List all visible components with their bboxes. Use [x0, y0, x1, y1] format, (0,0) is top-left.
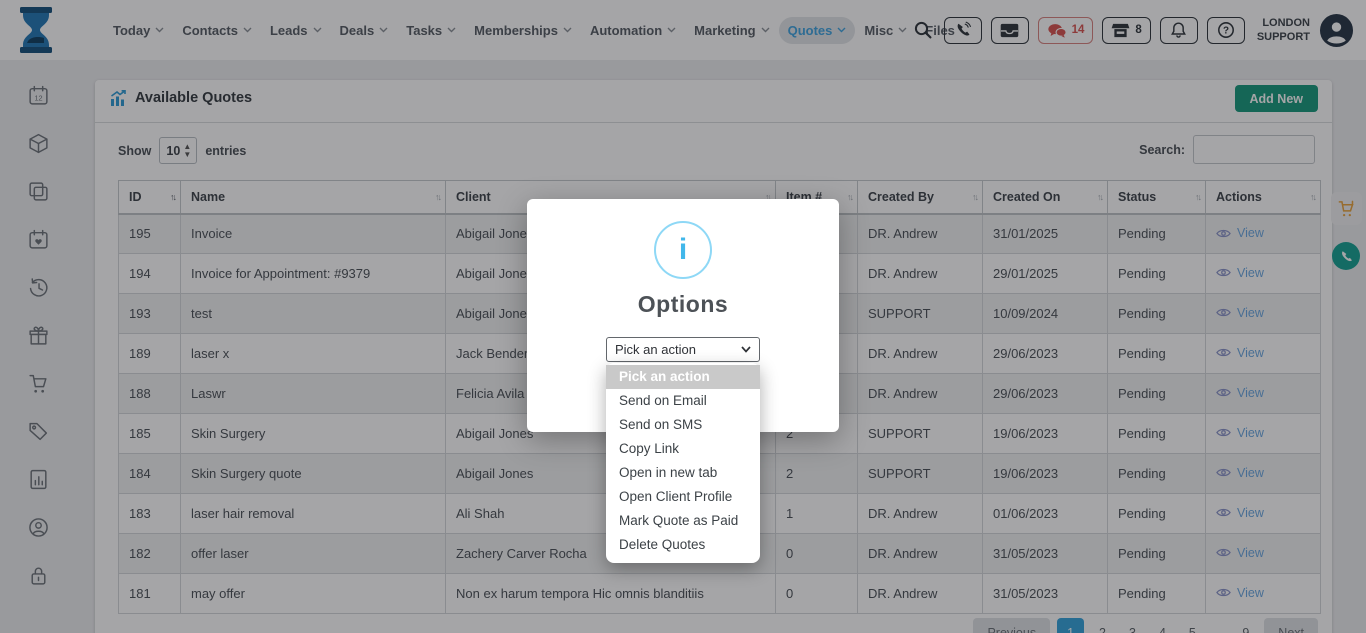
chevron-down-icon — [741, 346, 751, 353]
app-page: Today Contacts Leads Deals Tasks Members… — [0, 0, 1366, 633]
dropdown-option-copy-link[interactable]: Copy Link — [606, 437, 760, 461]
dropdown-option-delete-quotes[interactable]: Delete Quotes — [606, 533, 760, 557]
action-dropdown-list: Pick an action Send on Email Send on SMS… — [606, 363, 760, 563]
dropdown-option-pick-an-action[interactable]: Pick an action — [606, 365, 760, 389]
action-select[interactable]: Pick an action — [606, 337, 760, 362]
info-icon: i — [654, 221, 712, 279]
dropdown-option-mark-quote-as-paid[interactable]: Mark Quote as Paid — [606, 509, 760, 533]
dropdown-option-open-client-profile[interactable]: Open Client Profile — [606, 485, 760, 509]
dropdown-option-send-on-email[interactable]: Send on Email — [606, 389, 760, 413]
action-select-value: Pick an action — [615, 342, 696, 357]
modal-title: Options — [527, 291, 839, 318]
dropdown-option-open-in-new-tab[interactable]: Open in new tab — [606, 461, 760, 485]
dropdown-option-send-on-sms[interactable]: Send on SMS — [606, 413, 760, 437]
